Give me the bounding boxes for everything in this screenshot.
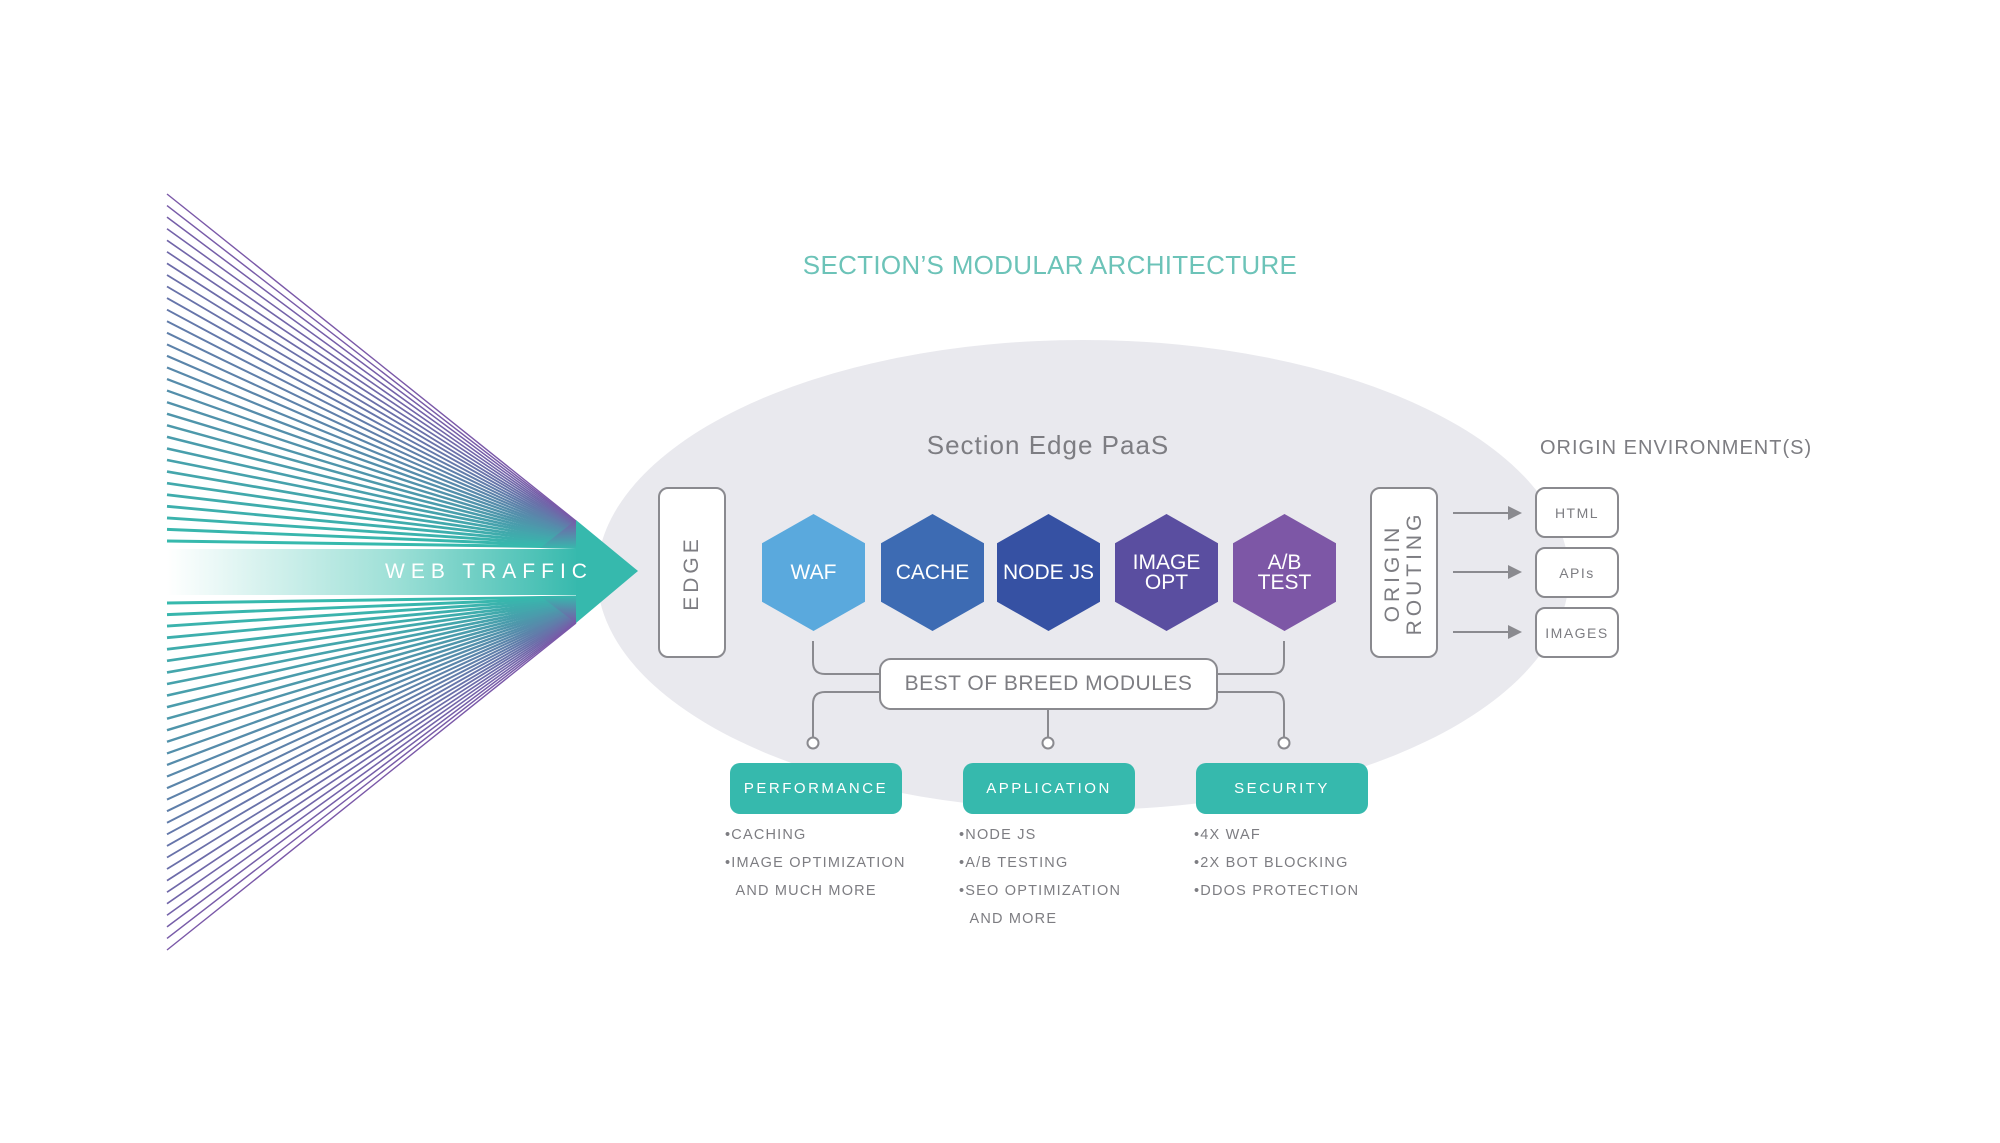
best-of-breed-box: BEST OF BREED MODULES <box>879 658 1218 710</box>
fan-line <box>166 619 577 916</box>
connector-node-performance <box>806 736 820 750</box>
performance-bullets: •CACHING •IMAGE OPTIMIZATION AND MUCH MO… <box>725 821 906 905</box>
fan-line <box>166 603 577 709</box>
fan-line <box>166 612 577 824</box>
module-label-image-opt: IMAGE OPT <box>1132 550 1201 594</box>
module-label-line: NODE JS <box>1002 560 1094 584</box>
module-label-node-js: NODE JS <box>1002 560 1094 584</box>
fan-line <box>166 435 577 541</box>
edge-box: EDGE <box>658 487 726 658</box>
origin-target-html: HTML <box>1535 487 1619 538</box>
fan-line <box>166 401 577 538</box>
category-performance: PERFORMANCE <box>730 763 902 814</box>
module-label-waf: WAF <box>790 560 837 584</box>
bullet-item: AND MORE <box>959 911 1058 927</box>
origin-environments-title: ORIGIN ENVIRONMENT(S) <box>1540 437 1813 459</box>
origin-routing-line: ROUTING <box>1403 510 1426 635</box>
origin-routing-box: ORIGIN ROUTING <box>1370 487 1438 658</box>
module-label-line: A/B <box>1267 550 1302 574</box>
bullet-item: •2X BOT BLOCKING <box>1194 855 1349 871</box>
fan-line <box>166 610 577 801</box>
origin-routing-label: ORIGIN ROUTING <box>1381 510 1426 635</box>
fan-line <box>166 618 577 893</box>
bullet-item: AND MUCH MORE <box>725 883 877 899</box>
paas-title: Section Edge PaaS <box>926 430 1170 460</box>
connector-node-application <box>1041 736 1055 750</box>
fan-line <box>166 251 577 526</box>
application-bullets: •NODE JS •A/B TESTING •SEO OPTIMIZATION … <box>959 821 1121 933</box>
edge-label: EDGE <box>680 534 703 611</box>
origin-target-apis: APIs <box>1535 547 1619 598</box>
security-bullets: •4X WAF •2X BOT BLOCKING •DDOS PROTECTIO… <box>1194 821 1359 905</box>
module-label-line: IMAGE <box>1132 550 1201 574</box>
category-security: SECURITY <box>1196 763 1368 814</box>
bullet-item: •A/B TESTING <box>959 855 1069 871</box>
module-label-cache: CACHE <box>895 560 970 584</box>
bullet-item: •DDOS PROTECTION <box>1194 883 1360 899</box>
origin-routing-line: ORIGIN <box>1381 523 1404 622</box>
module-label-line: WAF <box>790 560 837 584</box>
fan-line <box>166 606 577 743</box>
origin-target-images: IMAGES <box>1535 607 1619 658</box>
fan-line <box>166 608 577 778</box>
fan-line <box>166 366 577 536</box>
bullet-item: •SEO OPTIMIZATION <box>959 883 1122 899</box>
category-application: APPLICATION <box>963 763 1135 814</box>
architecture-diagram: SECTION’S MODULAR ARCHITECTURE WEB TRAFF… <box>0 0 2000 1143</box>
fan-line <box>166 343 577 534</box>
fan-line <box>166 308 577 531</box>
diagram-title: SECTION’S MODULAR ARCHITECTURE <box>802 250 1298 280</box>
module-label-line: CACHE <box>895 560 970 584</box>
module-label-line: TEST <box>1257 570 1312 594</box>
module-label-ab-test: A/B TEST <box>1257 550 1312 594</box>
fan-line <box>166 320 577 532</box>
bullet-item: •4X WAF <box>1194 827 1261 843</box>
connector-node-security <box>1277 736 1291 750</box>
bullet-item: •IMAGE OPTIMIZATION <box>725 855 906 871</box>
module-label-line: OPT <box>1144 570 1189 594</box>
bullet-item: •NODE JS <box>959 827 1037 843</box>
fan-line <box>166 613 577 836</box>
bullet-item: •CACHING <box>725 827 807 843</box>
web-traffic-label: WEB TRAFFIC <box>385 560 593 583</box>
